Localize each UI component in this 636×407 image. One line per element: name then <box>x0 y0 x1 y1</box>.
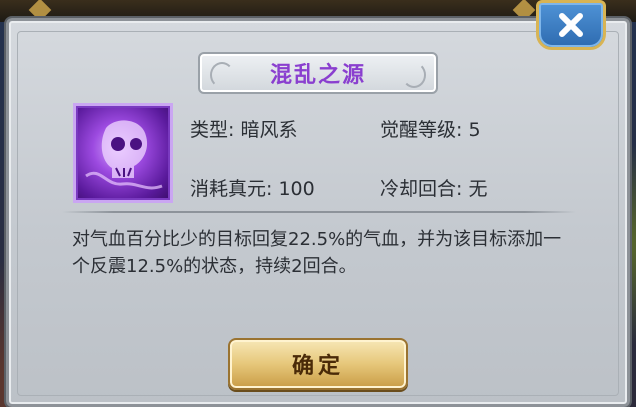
confirm-button[interactable]: 确定 <box>228 338 408 390</box>
skill-icon <box>73 103 173 203</box>
skill-description: 对气血百分比少的目标回复22.5%的气血，并为该目标添加一个反震12.5%的状态… <box>72 229 562 277</box>
awaken-level: 觉醒等级: 5 <box>380 119 481 141</box>
divider <box>62 211 576 213</box>
close-button[interactable] <box>536 0 606 50</box>
title-plate: 混乱之源 <box>198 52 438 94</box>
skill-type: 类型: 暗风系 <box>190 119 298 141</box>
energy-cost: 消耗真元: 100 <box>190 178 315 200</box>
close-icon <box>559 13 583 37</box>
scroll-ornament-icon <box>210 62 234 88</box>
scroll-ornament-icon <box>402 62 426 88</box>
skull-icon <box>85 120 163 190</box>
confirm-label: 确定 <box>291 354 344 379</box>
skill-title: 混乱之源 <box>269 63 366 88</box>
cooldown: 冷却回合: 无 <box>380 178 488 200</box>
